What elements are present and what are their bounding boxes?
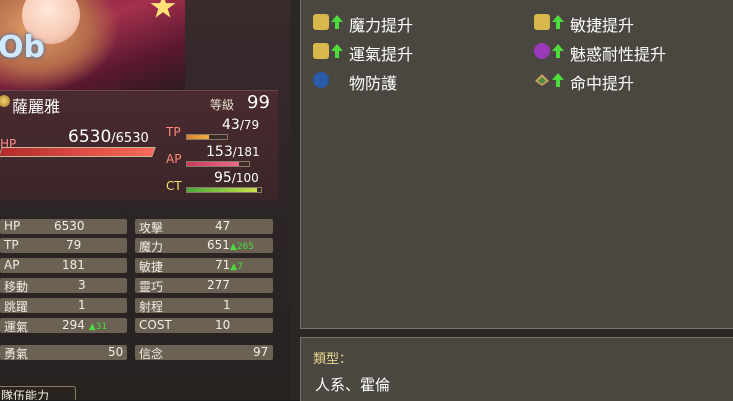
stat-dexterity: 靈巧 277 [135,278,273,294]
character-portrait: Ob [0,0,185,92]
star-icon [150,0,176,18]
character-name: 薩麗雅 [12,97,61,116]
arrow-up-icon [331,44,343,58]
bonus-up-icon: ▲ [229,242,237,252]
hp-value: 6530/6530 [68,127,149,147]
tp-label: TP [166,125,181,139]
ct-value: 95/100 [214,170,259,186]
rank-emblem: Ob [0,30,45,65]
element-icon [0,95,10,107]
arrow-up-icon [552,44,564,58]
stat-cost: COST 10 [135,318,273,333]
type-info-panel: 類型： 人系、霍倫 [300,337,733,401]
ct-bar [186,187,262,193]
charm-resist-icon [534,43,550,59]
stat-attack: 攻擊 47 [135,219,273,235]
tp-value: 43/79 [222,117,260,133]
tab-team-ability[interactable]: 隊伍能力 [0,386,76,400]
stat-move: 移動 3 [0,278,127,294]
character-panel: Ob 薩麗雅 等級 99 HP 6530/6530 TP 43/79 AP 15… [0,0,290,400]
arrow-up-icon [331,15,343,29]
stat-faith: 信念 97 [135,345,273,361]
stat-hp: HP 6530 [0,219,127,234]
luck-up-icon [313,43,329,59]
skills-panel: 魔力提升 運氣提升 物防護 敏捷提升 魅惑耐性提升 命中提升 [300,0,733,329]
character-status-bar: 薩麗雅 等級 99 HP 6530/6530 TP 43/79 AP 153/1… [0,90,278,201]
ap-value: 153/181 [206,144,260,160]
level-label: 等級 [210,98,235,112]
stat-jump: 跳躍 1 [0,298,127,314]
arrow-up-icon [552,15,564,29]
type-label: 類型： [313,352,353,367]
type-value: 人系、霍倫 [315,376,391,394]
level-value: 99 [247,92,270,113]
stat-ap: AP 181 [0,258,127,273]
hp-bar [0,147,156,157]
stat-magic: 魔力 651▲265 [135,238,273,254]
stat-luck: 運氣 294 ▲31 [0,318,127,334]
ap-bar [186,161,250,167]
agility-up-icon [534,14,550,30]
stat-courage: 勇氣 50 [0,345,127,361]
stat-tp: TP 79 [0,238,127,253]
bonus-up-icon: ▲ [88,322,96,332]
stat-agility: 敏捷 71▲7 [135,258,273,274]
magic-up-icon [313,14,329,30]
accuracy-up-icon [535,74,549,86]
ap-label: AP [166,152,182,166]
tp-bar [186,134,228,140]
stat-range: 射程 1 [135,298,273,314]
arrow-up-icon [552,73,564,87]
ct-label: CT [166,179,182,193]
physical-guard-icon [313,72,329,88]
